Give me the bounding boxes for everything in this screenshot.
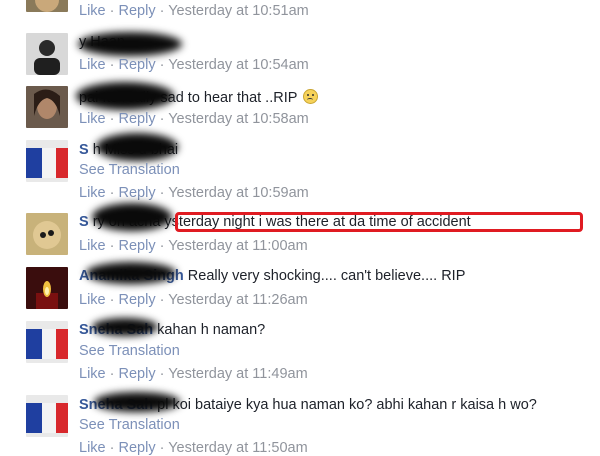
avatar[interactable] <box>26 140 68 182</box>
reply-button[interactable]: Reply <box>119 185 156 201</box>
separator-dot: · <box>155 57 169 73</box>
avatar[interactable] <box>26 395 68 437</box>
like-button[interactable]: Like <box>79 111 106 127</box>
redaction-blur <box>96 133 178 161</box>
comment-timestamp[interactable]: Yesterday at 10:54am <box>168 57 309 73</box>
reply-button[interactable]: Reply <box>119 57 156 73</box>
separator-dot: · <box>105 366 119 382</box>
separator-dot: · <box>105 440 119 456</box>
separator-dot: · <box>155 366 169 382</box>
comment-timestamp[interactable]: Yesterday at 10:58am <box>168 111 309 127</box>
separator-dot: · <box>105 238 119 254</box>
comment-text: kahan h naman? <box>153 322 266 338</box>
comment-actions: Like · Reply · Yesterday at 11:00am <box>79 238 308 254</box>
separator-dot: · <box>155 440 169 456</box>
separator-dot: · <box>105 185 119 201</box>
commenter-name[interactable]: S <box>79 142 89 158</box>
see-translation-link[interactable]: See Translation <box>79 417 180 433</box>
see-translation-link[interactable]: See Translation <box>79 343 180 359</box>
comment-timestamp[interactable]: Yesterday at 11:50am <box>168 440 307 456</box>
separator-dot: · <box>105 111 119 127</box>
redaction-blur <box>86 262 176 284</box>
reply-button[interactable]: Reply <box>119 238 156 254</box>
highlight-box <box>175 212 583 232</box>
comment-actions: Like · Reply · Yesterday at 11:26am <box>79 292 308 308</box>
separator-dot: · <box>105 57 119 73</box>
redaction-blur <box>92 318 158 336</box>
like-button[interactable]: Like <box>79 366 106 382</box>
avatar[interactable] <box>26 321 68 363</box>
comment-actions: Like · Reply · Yesterday at 11:49am <box>79 366 308 382</box>
separator-dot: · <box>155 185 169 201</box>
comment-actions: Like · Reply · Yesterday at 10:54am <box>79 57 309 73</box>
see-translation-link[interactable]: See Translation <box>79 162 180 178</box>
like-button[interactable]: Like <box>79 440 106 456</box>
avatar[interactable] <box>26 213 68 255</box>
separator-dot: · <box>155 111 169 127</box>
avatar[interactable] <box>26 86 68 128</box>
reply-button[interactable]: Reply <box>119 440 156 456</box>
comment-timestamp[interactable]: Yesterday at 11:26am <box>168 292 307 308</box>
comment-actions: Like · Reply · Yesterday at 10:58am <box>79 111 309 127</box>
reply-button[interactable]: Reply <box>119 292 156 308</box>
like-button[interactable]: Like <box>79 185 106 201</box>
like-button[interactable]: Like <box>79 3 106 19</box>
comment-text: Really very shocking.... can't believe..… <box>183 268 466 284</box>
reply-button[interactable]: Reply <box>119 366 156 382</box>
comment-actions: Like · Reply · Yesterday at 11:50am <box>79 440 308 456</box>
separator-dot: · <box>155 3 169 19</box>
comment-actions: Like · Reply · Yesterday at 10:59am <box>79 185 309 201</box>
like-button[interactable]: Like <box>79 238 106 254</box>
redaction-blur <box>94 392 180 412</box>
comment-timestamp[interactable]: Yesterday at 11:00am <box>168 238 307 254</box>
redaction-blur <box>92 203 172 231</box>
sad-face-emoji <box>303 89 319 104</box>
comment-timestamp[interactable]: Yesterday at 11:49am <box>168 366 307 382</box>
redaction-blur <box>78 32 182 56</box>
reply-button[interactable]: Reply <box>119 111 156 127</box>
avatar[interactable] <box>26 0 68 12</box>
comment-timestamp[interactable]: Yesterday at 10:51am <box>168 3 309 19</box>
like-button[interactable]: Like <box>79 292 106 308</box>
like-button[interactable]: Like <box>79 57 106 73</box>
separator-dot: · <box>155 292 169 308</box>
reply-button[interactable]: Reply <box>119 3 156 19</box>
comment-timestamp[interactable]: Yesterday at 10:59am <box>168 185 309 201</box>
separator-dot: · <box>105 3 119 19</box>
comment-text: pl koi bataiye kya hua naman ko? abhi ka… <box>153 397 537 413</box>
separator-dot: · <box>155 238 169 254</box>
commenter-name[interactable]: S <box>79 214 89 230</box>
redaction-blur <box>76 82 174 110</box>
avatar[interactable] <box>26 267 68 309</box>
comment-actions: Like · Reply · Yesterday at 10:51am <box>79 3 309 19</box>
separator-dot: · <box>105 292 119 308</box>
avatar[interactable] <box>26 33 68 75</box>
